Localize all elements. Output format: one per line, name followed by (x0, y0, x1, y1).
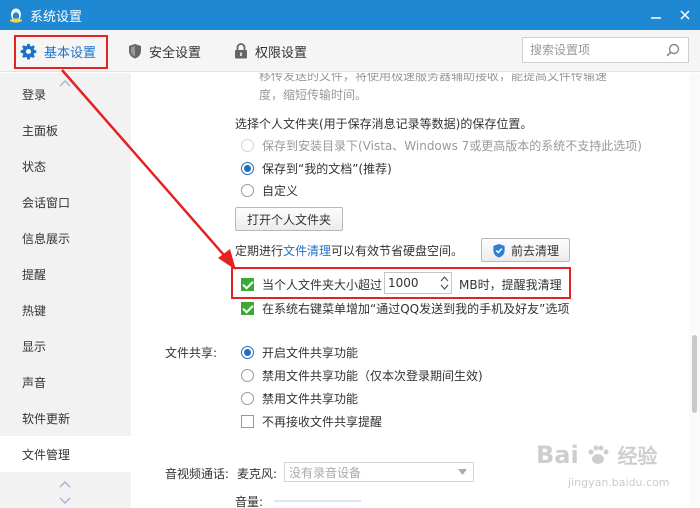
sidebar-item-software-update[interactable]: 软件更新 (0, 400, 131, 436)
spinner-arrows-icon[interactable] (438, 273, 451, 293)
tab-permission-settings[interactable]: 权限设置 (234, 37, 307, 65)
shield-check-icon (493, 243, 505, 258)
radio-install-dir[interactable] (241, 139, 254, 152)
cleanup-text-suffix: 可以有效节省硬盘空间。 (331, 244, 464, 258)
sidebar-item-login[interactable]: 登录 (0, 76, 131, 112)
tab-basic-settings[interactable]: 基本设置 (20, 37, 96, 65)
search-icon[interactable] (666, 43, 680, 57)
context-menu-label: 在系统右键菜单增加“通过QQ发送到我的手机及好友”选项 (262, 302, 570, 316)
go-cleanup-label: 前去清理 (510, 243, 559, 258)
sidebar-item-label: 信息展示 (22, 231, 71, 246)
sidebar-item-label: 热键 (22, 303, 47, 318)
dropdown-arrow-icon (458, 469, 467, 475)
shield-icon (129, 44, 141, 59)
settings-content: 移传发送的文件，将使用极速服务器辅助接收，能提高文件传输速 度，缩短传输时间。 … (131, 73, 689, 508)
radio-disable-sharing-label: 禁用文件共享功能 (262, 392, 359, 406)
partial-description-line-1: 移传发送的文件，将使用极速服务器辅助接收，能提高文件传输速 (259, 73, 608, 83)
sidebar-item-label: 状态 (22, 159, 47, 174)
sidebar-item-label: 主面板 (22, 123, 59, 138)
no-sharing-reminder-label: 不再接收文件共享提醒 (262, 415, 383, 429)
sidebar-item-label: 声音 (22, 375, 47, 390)
folder-size-reminder-label: 当个人文件夹大小超过 (262, 278, 383, 292)
tab-security-settings[interactable]: 安全设置 (128, 37, 201, 65)
radio-my-documents[interactable] (241, 162, 254, 175)
folder-size-input[interactable] (385, 276, 423, 290)
sidebar-item-label: 会话窗口 (22, 195, 71, 210)
sidebar-item-sound[interactable]: 声音 (0, 364, 131, 400)
radio-custom-label: 自定义 (262, 184, 299, 198)
radio-install-dir-label: 保存到安装目录下(Vista、Windows 7或更高版本的系统不支持此选项) (262, 139, 642, 153)
window-title: 系统设置 (30, 9, 83, 25)
content-scrollbar[interactable] (689, 73, 700, 508)
microphone-label: 麦克风: (237, 467, 278, 481)
partial-description-line-2: 度，缩短传输时间。 (259, 88, 368, 102)
sidebar-item-chat-window[interactable]: 会话窗口 (0, 184, 131, 220)
sidebar-item-reminder[interactable]: 提醒 (0, 256, 131, 292)
sidebar-item-hotkeys[interactable]: 热键 (0, 292, 131, 328)
folder-size-spinbox[interactable] (384, 272, 452, 294)
sidebar-item-status[interactable]: 状态 (0, 148, 131, 184)
minimize-icon (651, 17, 661, 19)
gear-icon (20, 43, 37, 59)
sidebar-item-main-panel[interactable]: 主面板 (0, 112, 131, 148)
volume-slider[interactable] (274, 500, 361, 502)
sidebar-item-label: 登录 (22, 87, 47, 102)
app-logo-icon (10, 8, 22, 23)
sidebar-item-info-display[interactable]: 信息展示 (0, 220, 131, 256)
volume-label: 音量: (235, 495, 264, 508)
sidebar-item-label: 文件管理 (22, 447, 71, 462)
sidebar-item-label: 软件更新 (22, 411, 71, 426)
go-cleanup-button[interactable]: 前去清理 (481, 238, 570, 262)
close-button[interactable] (670, 0, 700, 30)
sidebar-item-label: 显示 (22, 339, 47, 354)
sidebar-item-file-management[interactable]: 文件管理 (0, 436, 131, 472)
radio-enable-sharing[interactable] (241, 346, 254, 359)
sidebar-item-label: 提醒 (22, 267, 47, 282)
tab-label: 权限设置 (255, 45, 308, 61)
cleanup-text-prefix: 定期进行 (235, 244, 284, 258)
title-bar: 系统设置 (0, 0, 700, 30)
cleanup-description: 定期进行文件清理可以有效节省硬盘空间。 (235, 242, 463, 259)
scrollbar-thumb[interactable] (692, 335, 697, 413)
radio-disable-sharing-session-label: 禁用文件共享功能（仅本次登录期间生效) (262, 369, 483, 383)
open-personal-folder-button[interactable]: 打开个人文件夹 (235, 207, 343, 231)
file-cleanup-link[interactable]: 文件清理 (283, 244, 331, 258)
radio-disable-sharing-session[interactable] (241, 369, 254, 382)
tab-label: 安全设置 (149, 45, 202, 61)
save-location-heading: 选择个人文件夹(用于保存消息记录等数据)的保存位置。 (235, 117, 533, 131)
radio-enable-sharing-label: 开启文件共享功能 (262, 346, 359, 360)
radio-my-documents-label: 保存到“我的文档”(推荐) (262, 162, 392, 176)
sidebar: 登录 主面板 状态 会话窗口 信息展示 提醒 热键 显示 声音 软件更新 文件管… (0, 73, 131, 508)
microphone-select[interactable]: 没有录音设备 (284, 462, 474, 482)
lock-icon (235, 43, 247, 59)
tab-label: 基本设置 (44, 45, 97, 61)
radio-custom[interactable] (241, 184, 254, 197)
radio-disable-sharing[interactable] (241, 392, 254, 405)
context-menu-checkbox[interactable] (241, 302, 254, 315)
search-box[interactable] (522, 37, 689, 63)
folder-size-reminder-checkbox[interactable] (241, 278, 254, 291)
search-input[interactable] (523, 43, 658, 57)
microphone-select-value: 没有录音设备 (289, 465, 362, 480)
sidebar-scroll-down-button[interactable] (59, 477, 71, 491)
sidebar-item-display[interactable]: 显示 (0, 328, 131, 364)
close-icon (680, 10, 690, 20)
minimize-button[interactable] (641, 0, 671, 30)
file-sharing-label: 文件共享: (165, 346, 218, 360)
chevron-down-icon (59, 497, 71, 505)
chevron-up-icon (59, 480, 71, 488)
av-call-label: 音视频通话: (165, 467, 230, 481)
sidebar-scroll-down-button-2[interactable] (59, 494, 71, 508)
folder-size-unit-text: MB时，提醒我清理 (459, 278, 562, 292)
no-sharing-reminder-checkbox[interactable] (241, 415, 254, 428)
